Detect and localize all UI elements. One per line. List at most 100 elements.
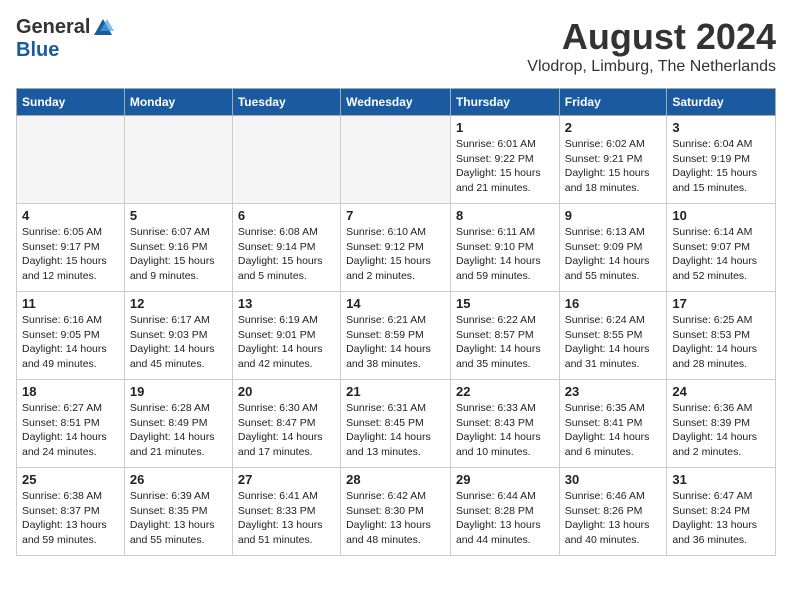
day-info: Sunrise: 6:13 AMSunset: 9:09 PMDaylight:… (565, 225, 662, 284)
calendar-cell: 31 Sunrise: 6:47 AMSunset: 8:24 PMDayligh… (667, 468, 776, 556)
day-info: Sunrise: 6:05 AMSunset: 9:17 PMDaylight:… (22, 225, 119, 284)
day-info: Sunrise: 6:31 AMSunset: 8:45 PMDaylight:… (346, 401, 445, 460)
day-number: 20 (238, 384, 335, 399)
header-tuesday: Tuesday (232, 89, 340, 116)
day-number: 17 (672, 296, 770, 311)
day-number: 5 (130, 208, 227, 223)
day-number: 3 (672, 120, 770, 135)
calendar-cell: 21 Sunrise: 6:31 AMSunset: 8:45 PMDayligh… (341, 380, 451, 468)
day-info: Sunrise: 6:41 AMSunset: 8:33 PMDaylight:… (238, 489, 335, 548)
day-info: Sunrise: 6:24 AMSunset: 8:55 PMDaylight:… (565, 313, 662, 372)
day-info: Sunrise: 6:35 AMSunset: 8:41 PMDaylight:… (565, 401, 662, 460)
calendar-cell: 22Sunrise: 6:33 AMSunset: 8:43 PMDayligh… (450, 380, 559, 468)
calendar-cell: 7 Sunrise: 6:10 AMSunset: 9:12 PMDaylight… (341, 204, 451, 292)
calendar-cell: 9 Sunrise: 6:13 AMSunset: 9:09 PMDaylight… (559, 204, 667, 292)
day-info: Sunrise: 6:25 AMSunset: 8:53 PMDaylight:… (672, 313, 770, 372)
calendar-week-row: 4 Sunrise: 6:05 AMSunset: 9:17 PMDaylight… (17, 204, 776, 292)
day-info: Sunrise: 6:46 AMSunset: 8:26 PMDaylight:… (565, 489, 662, 548)
calendar-cell: 5Sunrise: 6:07 AMSunset: 9:16 PMDaylight… (124, 204, 232, 292)
day-number: 22 (456, 384, 554, 399)
day-number: 2 (565, 120, 662, 135)
location-subtitle: Vlodrop, Limburg, The Netherlands (527, 58, 776, 76)
calendar-cell: 26 Sunrise: 6:39 AMSunset: 8:35 PMDayligh… (124, 468, 232, 556)
calendar-cell: 29 Sunrise: 6:44 AMSunset: 8:28 PMDayligh… (450, 468, 559, 556)
header-wednesday: Wednesday (341, 89, 451, 116)
day-info: Sunrise: 6:39 AMSunset: 8:35 PMDaylight:… (130, 489, 227, 548)
day-info: Sunrise: 6:22 AMSunset: 8:57 PMDaylight:… (456, 313, 554, 372)
day-info: Sunrise: 6:19 AMSunset: 9:01 PMDaylight:… (238, 313, 335, 372)
calendar-cell: 15Sunrise: 6:22 AMSunset: 8:57 PMDayligh… (450, 292, 559, 380)
day-number: 30 (565, 472, 662, 487)
calendar-cell (124, 116, 232, 204)
calendar-cell: 30 Sunrise: 6:46 AMSunset: 8:26 PMDayligh… (559, 468, 667, 556)
day-number: 13 (238, 296, 335, 311)
calendar-week-row: 25 Sunrise: 6:38 AMSunset: 8:37 PMDayligh… (17, 468, 776, 556)
calendar-cell: 10 Sunrise: 6:14 AMSunset: 9:07 PMDayligh… (667, 204, 776, 292)
calendar-week-row: 1Sunrise: 6:01 AMSunset: 9:22 PMDaylight… (17, 116, 776, 204)
day-info: Sunrise: 6:21 AMSunset: 8:59 PMDaylight:… (346, 313, 445, 372)
calendar-cell: 11Sunrise: 6:16 AMSunset: 9:05 PMDayligh… (17, 292, 125, 380)
day-number: 12 (130, 296, 227, 311)
day-info: Sunrise: 6:38 AMSunset: 8:37 PMDaylight:… (22, 489, 119, 548)
header-monday: Monday (124, 89, 232, 116)
calendar-cell: 6Sunrise: 6:08 AMSunset: 9:14 PMDaylight… (232, 204, 340, 292)
header-saturday: Saturday (667, 89, 776, 116)
calendar-cell: 1Sunrise: 6:01 AMSunset: 9:22 PMDaylight… (450, 116, 559, 204)
day-info: Sunrise: 6:04 AMSunset: 9:19 PMDaylight:… (672, 137, 770, 196)
day-number: 25 (22, 472, 119, 487)
calendar-header-row: SundayMondayTuesdayWednesdayThursdayFrid… (17, 89, 776, 116)
day-number: 7 (346, 208, 445, 223)
day-info: Sunrise: 6:47 AMSunset: 8:24 PMDaylight:… (672, 489, 770, 548)
logo-blue: Blue (16, 39, 59, 62)
day-info: Sunrise: 6:14 AMSunset: 9:07 PMDaylight:… (672, 225, 770, 284)
header-thursday: Thursday (450, 89, 559, 116)
day-number: 8 (456, 208, 554, 223)
day-info: Sunrise: 6:02 AMSunset: 9:21 PMDaylight:… (565, 137, 662, 196)
calendar-cell: 23 Sunrise: 6:35 AMSunset: 8:41 PMDayligh… (559, 380, 667, 468)
day-number: 31 (672, 472, 770, 487)
header-sunday: Sunday (17, 89, 125, 116)
header-friday: Friday (559, 89, 667, 116)
calendar-cell: 16 Sunrise: 6:24 AMSunset: 8:55 PMDayligh… (559, 292, 667, 380)
day-number: 21 (346, 384, 445, 399)
logo-icon (92, 17, 114, 39)
day-number: 19 (130, 384, 227, 399)
calendar-week-row: 18Sunrise: 6:27 AMSunset: 8:51 PMDayligh… (17, 380, 776, 468)
day-number: 18 (22, 384, 119, 399)
day-number: 10 (672, 208, 770, 223)
day-number: 26 (130, 472, 227, 487)
calendar-cell: 28Sunrise: 6:42 AMSunset: 8:30 PMDayligh… (341, 468, 451, 556)
calendar-cell (341, 116, 451, 204)
calendar-week-row: 11Sunrise: 6:16 AMSunset: 9:05 PMDayligh… (17, 292, 776, 380)
day-info: Sunrise: 6:10 AMSunset: 9:12 PMDaylight:… (346, 225, 445, 284)
day-info: Sunrise: 6:44 AMSunset: 8:28 PMDaylight:… (456, 489, 554, 548)
day-number: 28 (346, 472, 445, 487)
calendar-cell (17, 116, 125, 204)
logo: General Blue (16, 16, 114, 62)
month-year-title: August 2024 (527, 16, 776, 58)
day-number: 27 (238, 472, 335, 487)
calendar-cell: 13 Sunrise: 6:19 AMSunset: 9:01 PMDayligh… (232, 292, 340, 380)
day-info: Sunrise: 6:11 AMSunset: 9:10 PMDaylight:… (456, 225, 554, 284)
day-info: Sunrise: 6:17 AMSunset: 9:03 PMDaylight:… (130, 313, 227, 372)
day-info: Sunrise: 6:01 AMSunset: 9:22 PMDaylight:… (456, 137, 554, 196)
day-number: 4 (22, 208, 119, 223)
day-info: Sunrise: 6:36 AMSunset: 8:39 PMDaylight:… (672, 401, 770, 460)
calendar-cell (232, 116, 340, 204)
calendar-cell: 19Sunrise: 6:28 AMSunset: 8:49 PMDayligh… (124, 380, 232, 468)
calendar-table: SundayMondayTuesdayWednesdayThursdayFrid… (16, 88, 776, 556)
day-number: 16 (565, 296, 662, 311)
calendar-cell: 12 Sunrise: 6:17 AMSunset: 9:03 PMDayligh… (124, 292, 232, 380)
day-number: 29 (456, 472, 554, 487)
day-number: 24 (672, 384, 770, 399)
page-header: General Blue August 2024 Vlodrop, Limbur… (16, 16, 776, 76)
day-number: 9 (565, 208, 662, 223)
calendar-cell: 20Sunrise: 6:30 AMSunset: 8:47 PMDayligh… (232, 380, 340, 468)
calendar-cell: 27 Sunrise: 6:41 AMSunset: 8:33 PMDayligh… (232, 468, 340, 556)
title-area: August 2024 Vlodrop, Limburg, The Nether… (527, 16, 776, 76)
day-number: 14 (346, 296, 445, 311)
calendar-cell: 4 Sunrise: 6:05 AMSunset: 9:17 PMDaylight… (17, 204, 125, 292)
day-number: 23 (565, 384, 662, 399)
calendar-cell: 17 Sunrise: 6:25 AMSunset: 8:53 PMDayligh… (667, 292, 776, 380)
day-info: Sunrise: 6:16 AMSunset: 9:05 PMDaylight:… (22, 313, 119, 372)
